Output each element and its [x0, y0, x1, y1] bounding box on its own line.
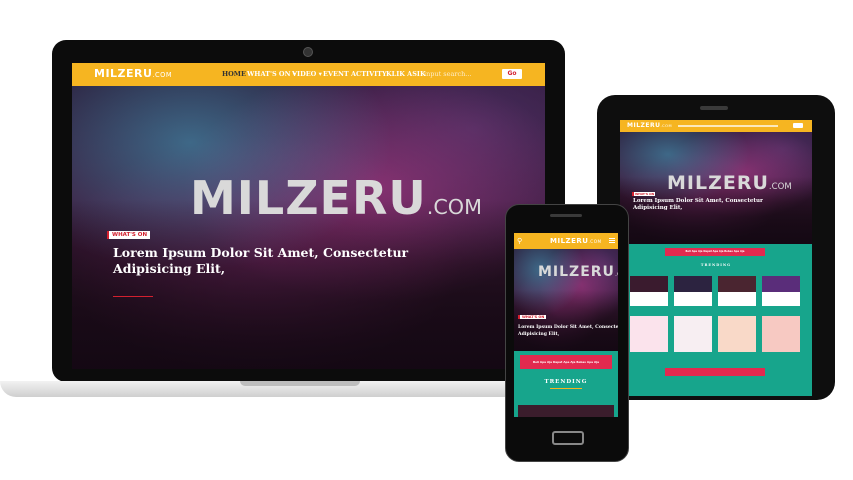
search-input[interactable]: input search... [424, 70, 471, 78]
menu-icon[interactable] [609, 238, 615, 244]
phone-logo-suffix: .COM [588, 239, 602, 244]
tablet-card[interactable] [718, 316, 756, 352]
tablet-card[interactable] [674, 276, 712, 306]
hero-overlay [72, 86, 545, 369]
nav-home[interactable]: HOME [222, 70, 246, 78]
phone-headline-line-2: Adipisicing Elit, [518, 332, 560, 337]
tablet-speaker [700, 106, 728, 110]
phone-trending-title: TRENDING [544, 379, 588, 385]
tablet-category-badge[interactable]: WHAT'S ON [632, 192, 656, 196]
logo-suffix: .COM [152, 71, 173, 79]
tablet-hero-logo-text: MILZERU [667, 172, 769, 194]
laptop-camera [303, 47, 313, 57]
headline-line-1: Lorem Ipsum Dolor Sit Amet, Consectetur [113, 245, 409, 260]
phone-screen: ⚲ MILZERU.COM MILZERU.COM WHAT'S ON Lore… [514, 233, 618, 417]
tablet-navbar: MILZERU.COM [620, 120, 812, 132]
hero-logo: MILZERU.COM [190, 171, 482, 225]
hero-banner[interactable]: MILZERU.COM WHAT'S ON Lorem Ipsum Dolor … [72, 86, 545, 369]
headline-line-2: Adipisicing Elit, [113, 261, 226, 276]
tablet-promo-banner[interactable]: Beli Apa Aja Dapat Apa Aja Bebas Apa Aja [665, 248, 765, 256]
laptop-notch [240, 381, 360, 386]
nav-activity[interactable]: ACTIVITY [351, 70, 387, 78]
tablet-trending-title: TRENDING [700, 263, 732, 267]
hero-logo-suffix: .COM [426, 195, 482, 219]
phone-promo-banner[interactable]: Beli Apa Aja Dapat Apa Aja Bebas Apa Aja [520, 355, 612, 369]
nav-klik-asik[interactable]: KLIK ASIK [386, 70, 426, 78]
tablet-promo-banner-2[interactable] [665, 368, 765, 376]
site-logo[interactable]: MILZERU.COM [94, 67, 172, 80]
tablet-hero-logo: MILZERU.COM [667, 172, 792, 194]
logo-text: MILZERU [94, 67, 153, 80]
phone-hero-logo: MILZERU.COM [538, 264, 618, 280]
phone-home-button[interactable] [552, 431, 584, 445]
tablet-nav-items[interactable] [678, 125, 778, 127]
tablet-go-button[interactable] [793, 123, 803, 128]
tablet-card[interactable] [630, 276, 668, 306]
phone-hero-logo-suffix: .COM [614, 271, 618, 278]
phone-hero[interactable]: MILZERU.COM WHAT'S ON Lorem Ipsum Dolor … [514, 249, 618, 351]
nav-video[interactable]: VIDEO ▾ [292, 70, 322, 78]
tablet-headline-line-1: Lorem Ipsum Dolor Sit Amet, Consectetur [633, 198, 763, 204]
phone-speaker [550, 214, 582, 217]
hero-logo-text: MILZERU [190, 171, 427, 225]
phone-logo[interactable]: MILZERU.COM [550, 237, 602, 245]
phone-trending-card[interactable] [518, 405, 614, 417]
headline-underline [113, 296, 153, 297]
phone-logo-text: MILZERU [550, 237, 589, 245]
tablet-headline[interactable]: Lorem Ipsum Dolor Sit Amet, Consectetur … [633, 198, 808, 212]
phone-navbar: ⚲ MILZERU.COM [514, 233, 618, 249]
tablet-card[interactable] [762, 276, 800, 306]
laptop-screen: MILZERU.COM HOME WHAT'S ON ▾ VIDEO ▾ EVE… [72, 63, 545, 369]
phone-headline-line-1: Lorem Ipsum Dolor Sit Amet, Consectetur [518, 325, 618, 330]
phone-hero-logo-text: MILZERU [538, 264, 615, 280]
nav-whats-on[interactable]: WHAT'S ON ▾ [247, 70, 296, 78]
go-button[interactable]: Go [502, 69, 522, 79]
phone-headline[interactable]: Lorem Ipsum Dolor Sit Amet, Consectetur … [518, 324, 618, 338]
category-badge[interactable]: WHAT'S ON [107, 231, 151, 239]
tablet-logo-suffix: .COM [660, 124, 673, 128]
tablet-screen: MILZERU.COM MILZERU.COM WHAT'S ON Lorem … [620, 120, 812, 396]
nav-event[interactable]: EVENT [323, 70, 349, 78]
tablet-logo-text: MILZERU [627, 122, 661, 129]
search-icon[interactable]: ⚲ [517, 237, 522, 245]
tablet-card[interactable] [718, 276, 756, 306]
tablet-hero[interactable]: MILZERU.COM WHAT'S ON Lorem Ipsum Dolor … [620, 132, 812, 244]
tablet-card[interactable] [762, 316, 800, 352]
tablet-card[interactable] [674, 316, 712, 352]
tablet-card[interactable] [630, 316, 668, 352]
tablet-headline-line-2: Adipisicing Elit, [633, 205, 683, 211]
tablet-hero-logo-suffix: .COM [768, 182, 792, 192]
tablet-logo[interactable]: MILZERU.COM [627, 122, 672, 129]
laptop-navbar: MILZERU.COM HOME WHAT'S ON ▾ VIDEO ▾ EVE… [72, 63, 545, 86]
hero-headline[interactable]: Lorem Ipsum Dolor Sit Amet, Consectetur … [113, 245, 408, 277]
trending-underline [550, 388, 582, 389]
phone-category-badge[interactable]: WHAT'S ON [518, 315, 547, 319]
